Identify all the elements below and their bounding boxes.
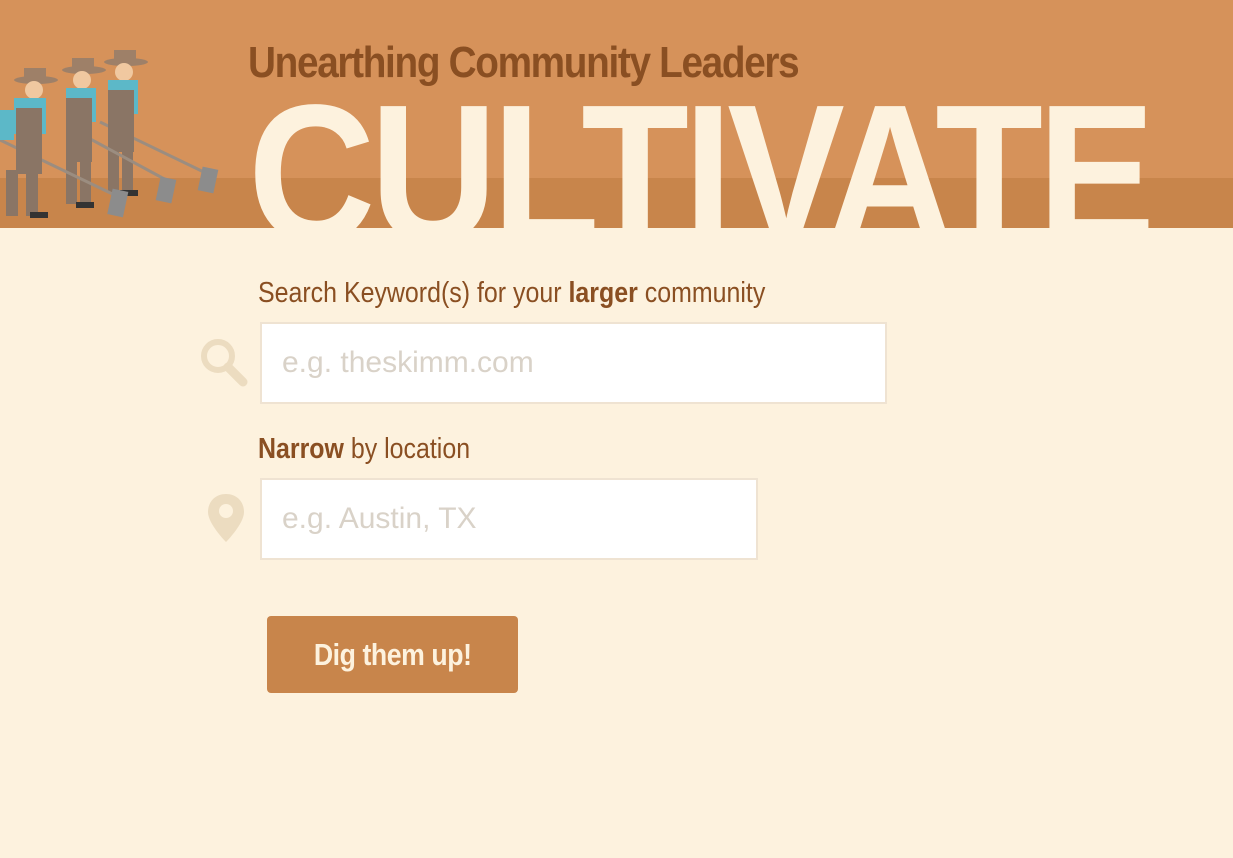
farmer-figure [99,50,219,196]
location-label: Narrow by location [258,433,470,466]
search-keywords-input[interactable] [260,322,887,404]
search-icon [201,339,248,387]
dig-them-up-button[interactable]: Dig them up! [267,616,518,693]
farmers-illustration [0,50,219,218]
search-keywords-label: Search Keyword(s) for your larger commun… [258,277,765,310]
label-text: Search Keyword(s) for your [258,277,569,309]
label-text: by location [343,433,471,465]
location-input[interactable] [260,478,758,560]
label-emphasis: Narrow [258,433,344,465]
label-emphasis: larger [568,277,638,309]
header-banner: Unearthing Community Leaders CULTIVATE [0,0,1233,228]
button-label: Dig them up! [313,636,472,672]
map-pin-icon [208,494,244,542]
label-text: community [637,277,766,309]
page-title: CULTIVATE [248,64,1155,229]
